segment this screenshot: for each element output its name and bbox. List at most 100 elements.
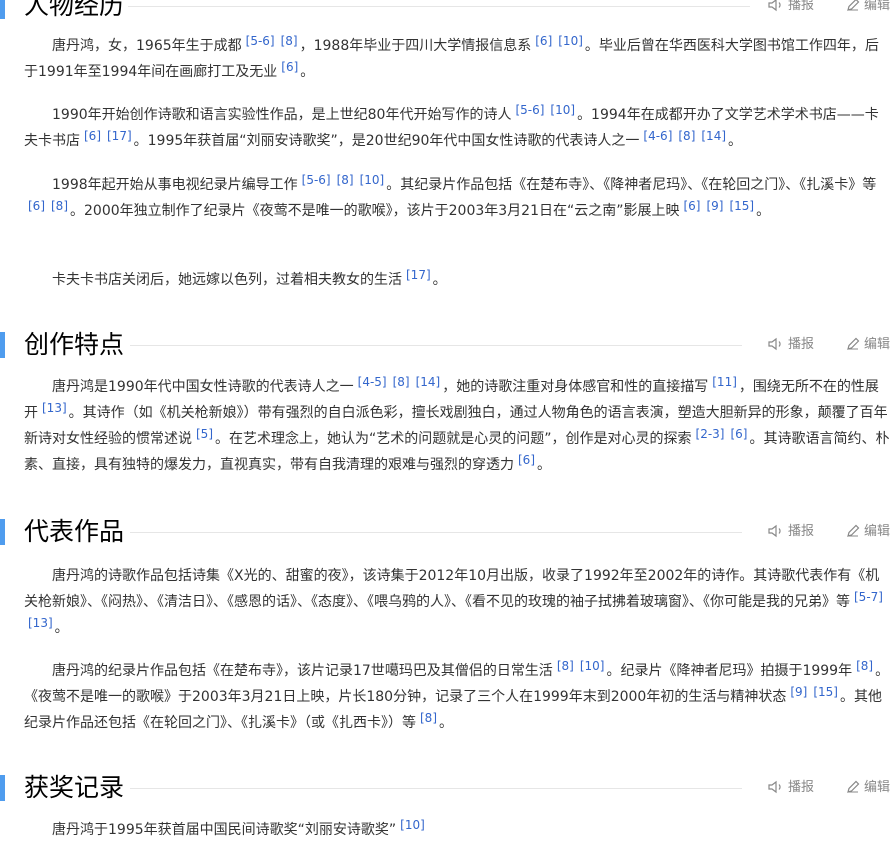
paragraph-text: 1998年起开始从事电视纪录片编导工作 — [52, 177, 298, 193]
paragraph-text: 。在艺术理念上，她认为“艺术的问题就是心灵的问题”，创作是对心灵的探索 — [215, 431, 692, 447]
citation-link[interactable]: [5-7] — [854, 590, 883, 604]
citation-link[interactable]: [8] — [420, 711, 437, 725]
section-title: 创作特点 — [24, 330, 125, 359]
edit-label: 编辑 — [864, 0, 891, 13]
citation-link[interactable]: [8] — [678, 129, 695, 143]
edit-label: 编辑 — [864, 524, 891, 539]
pencil-icon — [847, 780, 860, 793]
section-header-works: 代表作品 播报 编辑 — [0, 512, 896, 552]
report-button[interactable]: 播报 — [768, 335, 814, 355]
section-divider — [130, 345, 742, 346]
edit-button[interactable]: 编辑 — [846, 778, 890, 798]
edit-button[interactable]: 编辑 — [846, 0, 890, 16]
citation-link[interactable]: [5] — [196, 427, 213, 441]
citation-link[interactable]: [17] — [406, 268, 431, 282]
paragraph-text: 唐丹鸿是1990年代中国女性诗歌的代表诗人之一 — [52, 379, 354, 395]
citation-link[interactable]: [5-6] — [515, 103, 544, 117]
citation-link[interactable]: [10] — [558, 34, 583, 48]
citation-link[interactable]: [5-6] — [246, 34, 275, 48]
paragraph: 唐丹鸿的诗歌作品包括诗集《X光的、甜蜜的夜》，该诗集于2012年10月出版，收录… — [24, 563, 890, 641]
citation-link[interactable]: [14] — [701, 129, 726, 143]
section-accent-bar — [0, 0, 5, 19]
pencil-icon — [847, 524, 860, 537]
paragraph-text: 。1995年获首届“刘丽安诗歌奖”，是20世纪90年代中国女性诗歌的代表诗人之一 — [133, 133, 640, 149]
section-header-awards: 获奖记录 播报 编辑 — [0, 768, 896, 808]
citation-link[interactable]: [8] — [856, 659, 873, 673]
citation-link[interactable]: [8] — [281, 34, 298, 48]
paragraph: 唐丹鸿是1990年代中国女性诗歌的代表诗人之一 [4-5] [8] [14] ，她的诗歌… — [24, 374, 890, 478]
section-title: 代表作品 — [24, 517, 125, 546]
citation-link[interactable]: [6] — [281, 60, 298, 74]
paragraph-text: 。 — [756, 203, 771, 219]
citation-link[interactable]: [6] — [730, 427, 747, 441]
paragraph: 唐丹鸿于1995年获首届中国民间诗歌奖“刘丽安诗歌奖” [10] — [24, 817, 890, 843]
section-accent-bar — [0, 519, 5, 545]
citation-link[interactable]: [10] — [360, 173, 385, 187]
paragraph: 1990年开始创作诗歌和语言实验性作品，是上世纪80年代开始写作的诗人 [5-6]… — [24, 102, 890, 154]
report-label: 播报 — [788, 524, 815, 539]
citation-link[interactable]: [8] — [393, 375, 410, 389]
paragraph-text: 1990年开始创作诗歌和语言实验性作品，是上世纪80年代开始写作的诗人 — [52, 107, 512, 123]
section-divider — [130, 532, 742, 533]
paragraph-text: 。 — [728, 133, 743, 149]
citation-link[interactable]: [5-6] — [302, 173, 331, 187]
paragraph-text: 。 — [537, 457, 551, 473]
speaker-icon — [768, 524, 781, 538]
paragraph-text: 。 — [300, 64, 315, 80]
pencil-icon — [847, 0, 860, 11]
citation-link[interactable]: [8] — [51, 199, 68, 213]
edit-label: 编辑 — [864, 337, 891, 352]
report-label: 播报 — [788, 780, 815, 795]
citation-link[interactable]: [13] — [28, 616, 53, 630]
speaker-icon — [768, 0, 781, 12]
paragraph-text: ，她的诗歌注重对身体感官和性的直接描写 — [442, 379, 709, 395]
paragraph-text: 。其纪录片作品包括《在楚布寺》、《降神者尼玛》、《在轮回之门》、《扎溪卡》等 — [386, 177, 877, 193]
section-accent-bar — [0, 775, 5, 801]
citation-link[interactable]: [17] — [107, 129, 132, 143]
citation-link[interactable]: [9] — [706, 199, 723, 213]
report-label: 播报 — [788, 337, 815, 352]
section-divider — [130, 788, 742, 789]
citation-link[interactable]: [4-5] — [358, 375, 387, 389]
paragraph-text: 唐丹鸿的纪录片作品包括《在楚布寺》，该片记录17世噶玛巴及其僧侣的日常生活 — [52, 663, 553, 679]
pencil-icon — [847, 337, 860, 350]
citation-link[interactable]: [10] — [400, 818, 425, 832]
paragraph-text: 唐丹鸿的诗歌作品包括诗集《X光的、甜蜜的夜》，该诗集于2012年10月出版，收录… — [24, 568, 880, 610]
citation-link[interactable]: [9] — [790, 685, 807, 699]
citation-link[interactable]: [8] — [557, 659, 574, 673]
citation-link[interactable]: [15] — [729, 199, 754, 213]
citation-link[interactable]: [6] — [683, 199, 700, 213]
paragraph-text: 。 — [54, 620, 69, 636]
citation-link[interactable]: [13] — [42, 401, 67, 415]
citation-link[interactable]: [6] — [535, 34, 552, 48]
edit-button[interactable]: 编辑 — [846, 522, 890, 542]
citation-link[interactable]: [6] — [28, 199, 45, 213]
section-header-style: 创作特点 播报 编辑 — [0, 325, 896, 365]
paragraph-text: 卡夫卡书店关闭后，她远嫁以色列，过着相夫教女的生活 — [52, 272, 402, 288]
report-button[interactable]: 播报 — [768, 522, 814, 542]
paragraph-text: 唐丹鸿，女，1965年生于成都 — [52, 38, 242, 54]
section-accent-bar — [0, 332, 5, 358]
paragraph-text: 。 — [439, 715, 453, 731]
paragraph-text: 唐丹鸿于1995年获首届中国民间诗歌奖“刘丽安诗歌奖” — [52, 822, 397, 838]
citation-link[interactable]: [14] — [416, 375, 441, 389]
citation-link[interactable]: [15] — [813, 685, 838, 699]
citation-link[interactable]: [11] — [712, 375, 737, 389]
citation-link[interactable]: [2-3] — [696, 427, 725, 441]
citation-link[interactable]: [6] — [84, 129, 101, 143]
speaker-icon — [768, 780, 781, 794]
report-button[interactable]: 播报 — [768, 778, 814, 798]
citation-link[interactable]: [6] — [518, 453, 535, 467]
citation-link[interactable]: [4-6] — [643, 129, 672, 143]
paragraph-text: 。 — [432, 272, 447, 288]
report-button[interactable]: 播报 — [768, 0, 814, 16]
citation-link[interactable]: [10] — [550, 103, 575, 117]
section-header-biography: 人物经历 播报 编辑 — [0, 0, 896, 26]
citation-link[interactable]: [8] — [337, 173, 354, 187]
paragraph: 唐丹鸿，女，1965年生于成都 [5-6] [8] ，1988年毕业于四川大学情报信息… — [24, 33, 890, 85]
citation-link[interactable]: [10] — [580, 659, 605, 673]
paragraph: 卡夫卡书店关闭后，她远嫁以色列，过着相夫教女的生活 [17]。 — [24, 267, 890, 293]
report-label: 播报 — [788, 0, 815, 13]
edit-button[interactable]: 编辑 — [846, 335, 890, 355]
paragraph: 1998年起开始从事电视纪录片编导工作 [5-6] [8] [10] 。其纪录片作品包括… — [24, 172, 890, 224]
